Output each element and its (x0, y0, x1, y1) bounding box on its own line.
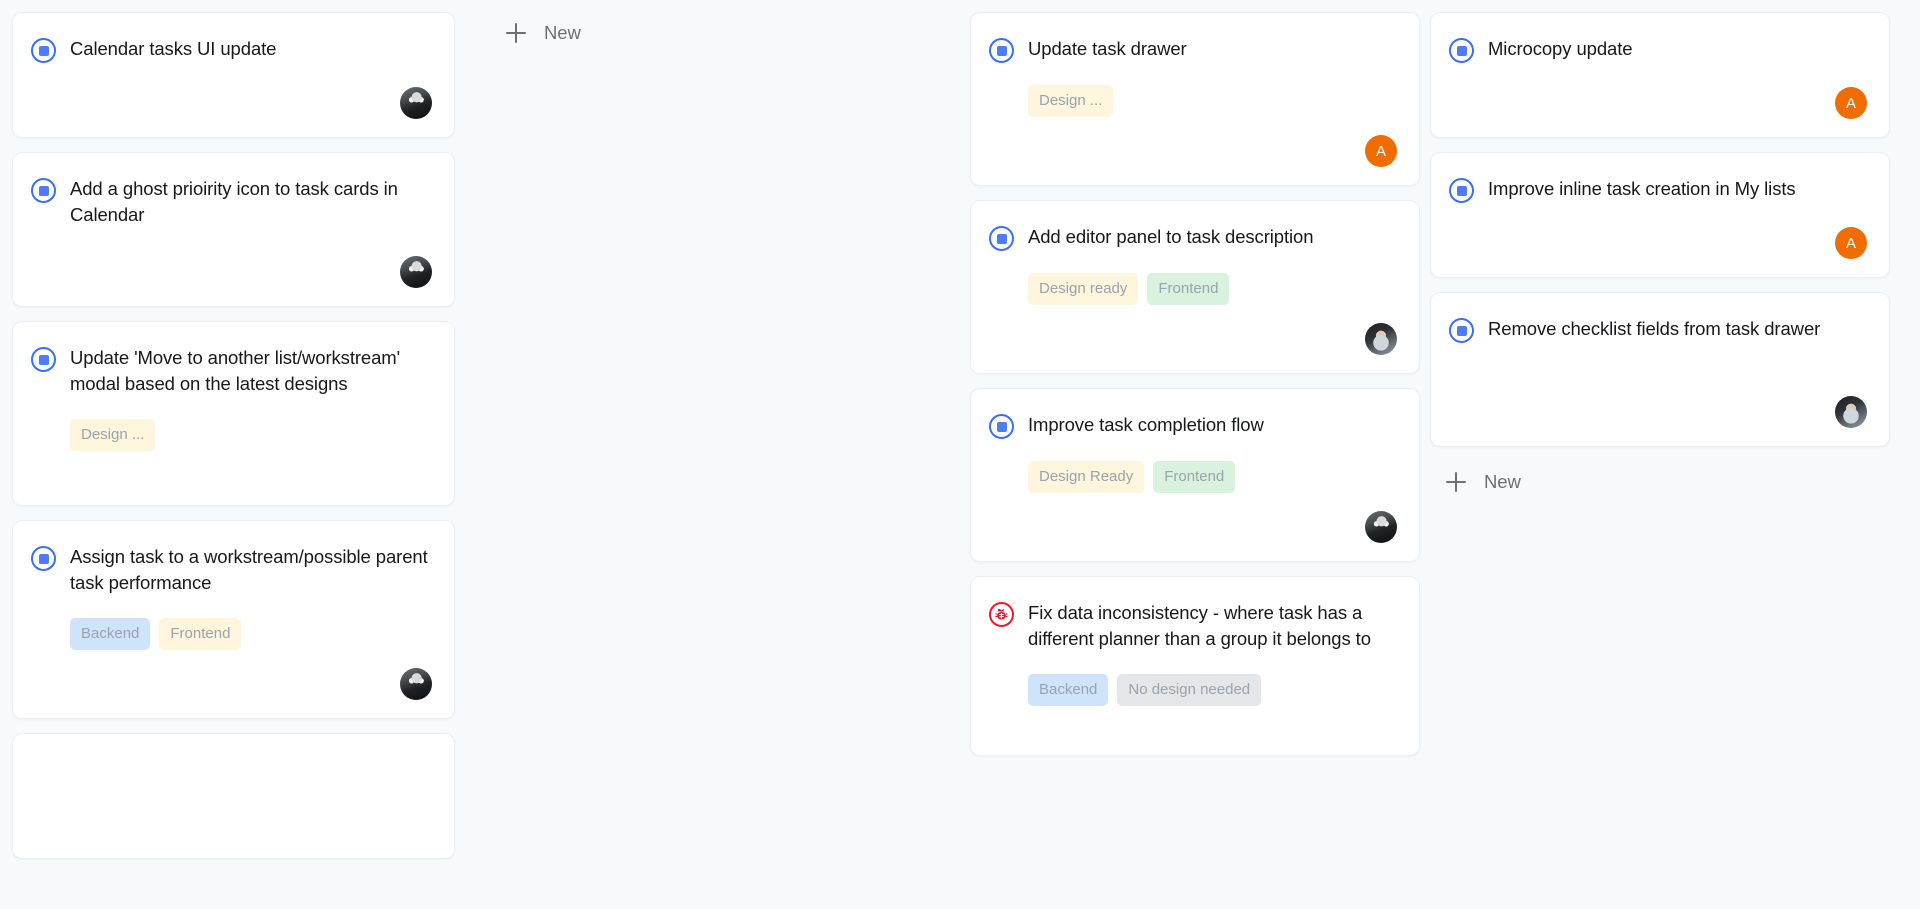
avatar[interactable] (400, 87, 432, 119)
card-footer (989, 305, 1397, 355)
card-title: Add editor panel to task description (1028, 226, 1314, 247)
bug-icon[interactable] (989, 602, 1014, 627)
card-footer (1449, 378, 1867, 428)
tag-chip[interactable]: No design needed (1117, 674, 1262, 706)
card-header: Add editor panel to task description (989, 223, 1397, 251)
tag-chip[interactable]: Design ... (1028, 85, 1114, 117)
card-footer (31, 650, 432, 700)
card-footer (989, 493, 1397, 543)
card-header: Calendar tasks UI update (31, 35, 432, 63)
new-task-label: New (544, 22, 581, 43)
task-card[interactable]: Add a ghost prioirity icon to task cards… (12, 152, 455, 307)
card-chips: Design Ready Frontend (1028, 461, 1397, 493)
tag-chip[interactable]: Frontend (1153, 461, 1236, 493)
task-card[interactable]: Improve task completion flow Design Read… (970, 388, 1420, 562)
card-chips: Design ... (1028, 85, 1397, 117)
task-card[interactable]: Add editor panel to task description Des… (970, 200, 1420, 374)
task-card[interactable]: Improve inline task creation in My lists… (1430, 152, 1890, 278)
new-task-button[interactable]: New (1430, 461, 1890, 503)
card-header: Remove checklist fields from task drawer (1449, 315, 1867, 343)
task-square-icon[interactable] (1449, 178, 1474, 203)
tag-chip[interactable]: Design Ready (1028, 461, 1145, 493)
tag-chip[interactable]: Frontend (1147, 273, 1230, 305)
plus-icon (1446, 472, 1466, 492)
task-card[interactable]: Update task drawer Design ... A (970, 12, 1420, 186)
task-card[interactable] (12, 733, 455, 859)
task-card[interactable]: Update 'Move to another list/workstream'… (12, 321, 455, 506)
task-square-icon[interactable] (31, 178, 56, 203)
card-footer: A (989, 117, 1397, 167)
card-chips: Design ready Frontend (1028, 273, 1397, 305)
card-footer (31, 69, 432, 119)
card-title: Improve task completion flow (1028, 414, 1264, 435)
task-square-icon[interactable] (1449, 318, 1474, 343)
card-title: Update 'Move to another list/workstream'… (70, 347, 401, 394)
card-title: Calendar tasks UI update (70, 38, 277, 59)
card-footer: A (1449, 209, 1867, 259)
tag-chip[interactable]: Backend (70, 618, 151, 650)
task-square-icon[interactable] (31, 347, 56, 372)
task-card[interactable]: Assign task to a workstream/possible par… (12, 520, 455, 719)
avatar[interactable]: A (1835, 227, 1867, 259)
avatar[interactable] (400, 256, 432, 288)
new-task-button[interactable]: New (490, 12, 965, 54)
card-footer: A (1449, 69, 1867, 119)
card-footer (31, 238, 432, 288)
card-chips: Design ... (70, 419, 432, 451)
task-square-icon[interactable] (989, 414, 1014, 439)
board-column-1: Calendar tasks UI update Add a ghost pri… (0, 12, 455, 859)
card-title: Microcopy update (1488, 38, 1633, 59)
card-title: Improve inline task creation in My lists (1488, 178, 1796, 199)
card-chips: Backend Frontend (70, 618, 432, 650)
tag-chip[interactable]: Frontend (159, 618, 242, 650)
card-header: Microcopy update (1449, 35, 1867, 63)
task-card[interactable]: Remove checklist fields from task drawer (1430, 292, 1890, 447)
avatar[interactable] (1365, 323, 1397, 355)
card-header: Add a ghost prioirity icon to task cards… (31, 175, 432, 228)
task-square-icon[interactable] (989, 38, 1014, 63)
new-task-label: New (1484, 471, 1521, 492)
card-title: Add a ghost prioirity icon to task cards… (70, 178, 398, 225)
avatar[interactable]: A (1365, 135, 1397, 167)
task-square-icon[interactable] (989, 226, 1014, 251)
task-card[interactable]: Fix data inconsistency - where task has … (970, 576, 1420, 756)
plus-icon (506, 23, 526, 43)
card-title: Update task drawer (1028, 38, 1187, 59)
avatar[interactable]: A (1835, 87, 1867, 119)
card-header: Fix data inconsistency - where task has … (989, 599, 1397, 652)
card-header: Improve task completion flow (989, 411, 1397, 439)
avatar[interactable] (400, 668, 432, 700)
card-header: Assign task to a workstream/possible par… (31, 543, 432, 596)
task-card[interactable]: Calendar tasks UI update (12, 12, 455, 138)
card-chips: Backend No design needed (1028, 674, 1397, 706)
kanban-board: Calendar tasks UI update Add a ghost pri… (0, 0, 1920, 909)
board-column-2: New (455, 12, 965, 54)
task-square-icon[interactable] (1449, 38, 1474, 63)
card-title: Fix data inconsistency - where task has … (1028, 602, 1371, 649)
card-title: Remove checklist fields from task drawer (1488, 318, 1821, 339)
tag-chip[interactable]: Design ready (1028, 273, 1139, 305)
task-card[interactable]: Microcopy update A (1430, 12, 1890, 138)
task-square-icon[interactable] (31, 546, 56, 571)
card-title: Assign task to a workstream/possible par… (70, 546, 428, 593)
board-column-4: Microcopy update A Improve inline task c… (1420, 12, 1890, 503)
avatar[interactable] (1835, 396, 1867, 428)
tag-chip[interactable]: Backend (1028, 674, 1109, 706)
card-header: Update task drawer (989, 35, 1397, 63)
card-header (31, 756, 432, 757)
tag-chip[interactable]: Design ... (70, 419, 156, 451)
task-square-icon[interactable] (31, 38, 56, 63)
board-column-3: Update task drawer Design ... A Add edit… (965, 12, 1420, 756)
card-header: Update 'Move to another list/workstream'… (31, 344, 432, 397)
avatar[interactable] (1365, 511, 1397, 543)
card-header: Improve inline task creation in My lists (1449, 175, 1867, 203)
